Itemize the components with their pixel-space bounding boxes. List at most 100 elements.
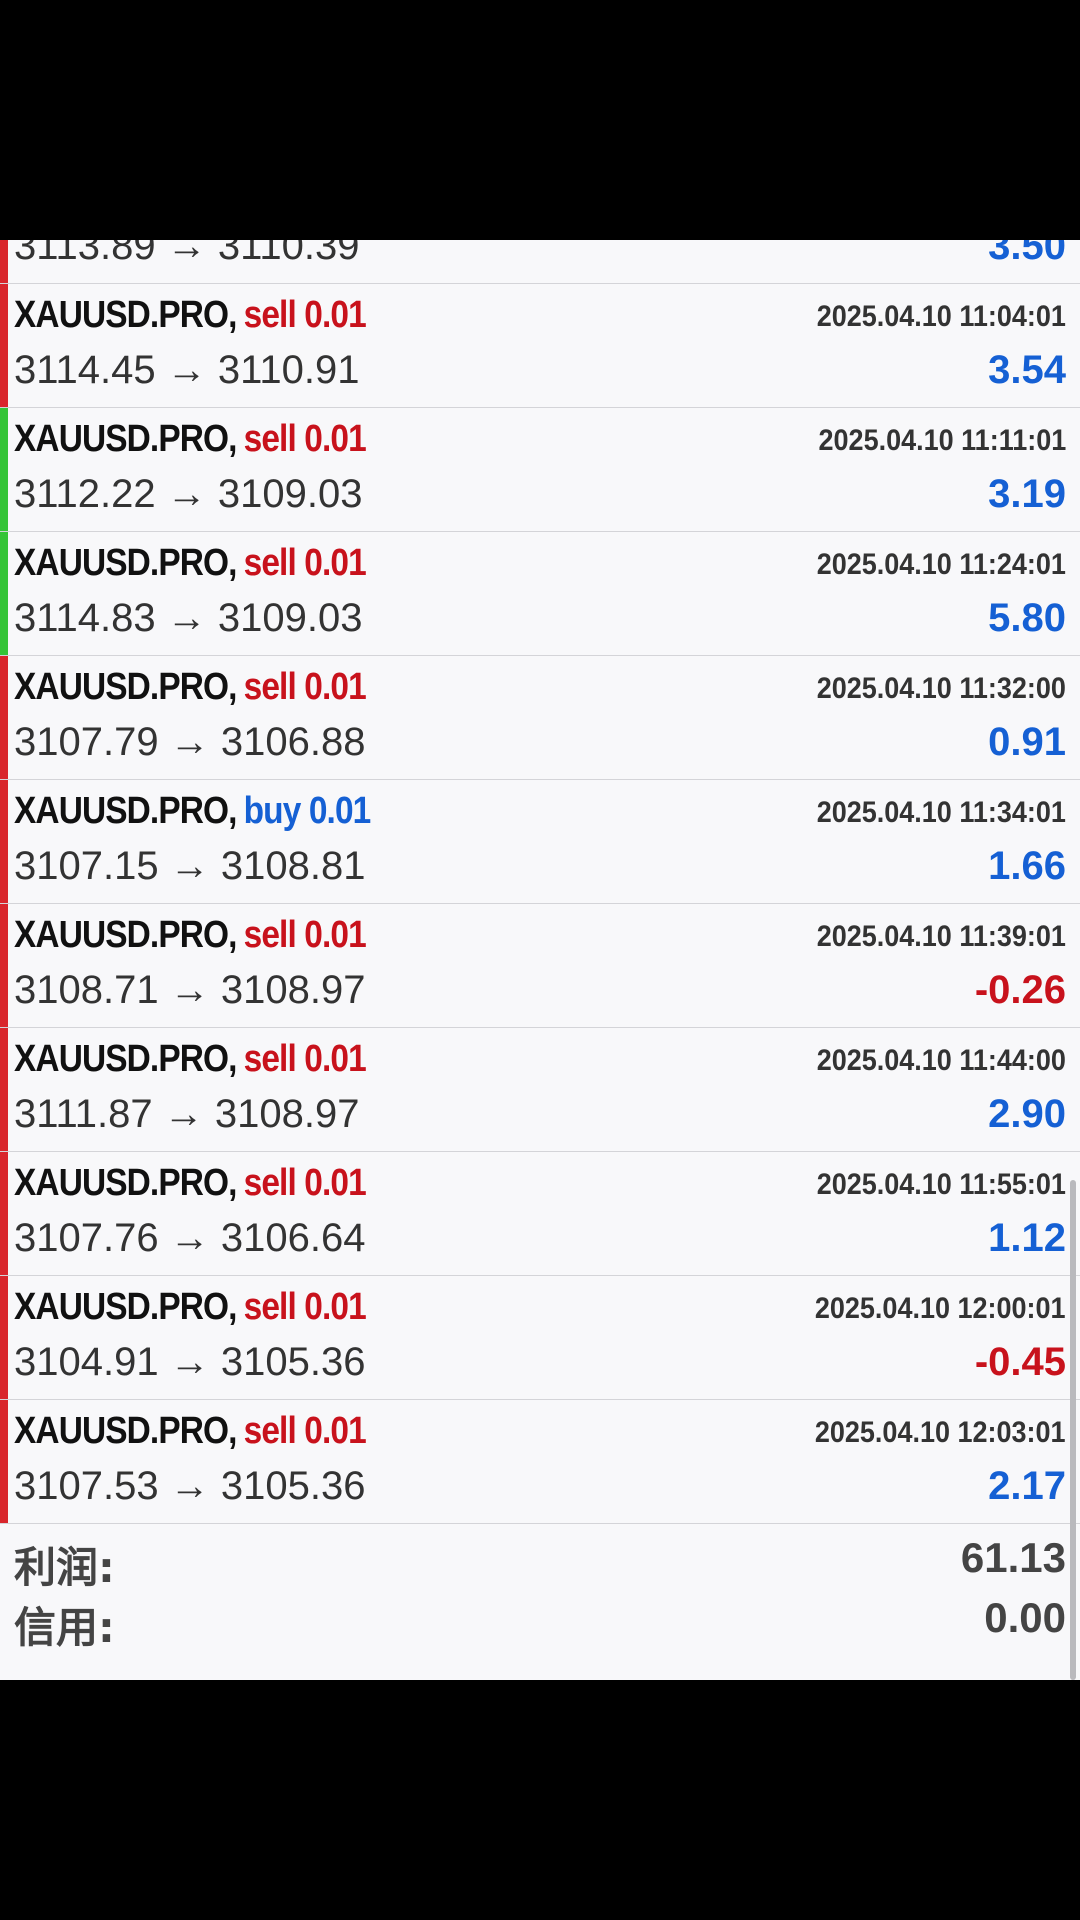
close-price: 3108.97 bbox=[220, 968, 366, 1012]
trade-profit: -0.26 bbox=[974, 968, 1066, 1012]
open-price: 3113.89 bbox=[14, 240, 156, 268]
trade-symbol: XAUUSD.PRO, sell 0.01 bbox=[14, 1286, 367, 1329]
close-price: 3108.81 bbox=[220, 844, 366, 888]
arrow-icon: → bbox=[166, 596, 207, 640]
symbol-name: XAUUSD.PRO, bbox=[14, 790, 237, 832]
trade-symbol: XAUUSD.PRO, sell 0.01 bbox=[14, 1162, 367, 1205]
summary-section: 利润: 61.13 信用: 0.00 bbox=[0, 1524, 1080, 1652]
scrollbar[interactable] bbox=[1070, 1180, 1076, 1680]
trade-row[interactable]: XAUUSD.PRO, sell 0.01 2025.04.10 12:03:01 3… bbox=[0, 1400, 1080, 1524]
close-price: 3108.97 bbox=[214, 1092, 360, 1136]
trade-profit: -0.45 bbox=[974, 1340, 1066, 1384]
trade-prices: 3111.87 → 3108.97 bbox=[14, 1092, 360, 1137]
open-price: 3112.22 bbox=[14, 472, 156, 516]
trade-row[interactable]: XAUUSD.PRO,sell 0.013113.89 → 3110.393.5… bbox=[0, 240, 1080, 284]
close-price: 3109.03 bbox=[217, 596, 363, 640]
trade-row[interactable]: XAUUSD.PRO, sell 0.01 2025.04.10 11:39:01 3… bbox=[0, 904, 1080, 1028]
trade-row[interactable]: XAUUSD.PRO, sell 0.01 2025.04.10 11:55:01 3… bbox=[0, 1152, 1080, 1276]
close-price: 3110.91 bbox=[217, 348, 360, 392]
open-price: 3108.71 bbox=[14, 968, 159, 1012]
symbol-name: XAUUSD.PRO, bbox=[14, 1286, 237, 1328]
arrow-icon: → bbox=[169, 968, 210, 1012]
close-price: 3105.36 bbox=[220, 1464, 366, 1508]
trade-time: 2025.04.10 11:55:01 bbox=[816, 1168, 1066, 1201]
arrow-icon: → bbox=[169, 720, 210, 764]
trade-type: sell 0.01 bbox=[243, 1286, 367, 1328]
open-price: 3114.45 bbox=[14, 348, 156, 392]
symbol-name: XAUUSD.PRO, bbox=[14, 1162, 237, 1204]
trade-type: sell 0.01 bbox=[243, 418, 367, 460]
trade-type: sell 0.01 bbox=[243, 666, 367, 708]
arrow-icon: → bbox=[166, 348, 207, 392]
trade-status-bar bbox=[0, 408, 8, 531]
trade-row[interactable]: XAUUSD.PRO, sell 0.01 2025.04.10 11:04:01 3… bbox=[0, 284, 1080, 408]
trade-time: 2025.04.10 12:03:01 bbox=[815, 1416, 1066, 1449]
symbol-name: XAUUSD.PRO, bbox=[14, 542, 237, 584]
trade-prices: 3114.45 → 3110.91 bbox=[14, 348, 360, 393]
close-price: 3106.88 bbox=[220, 720, 366, 764]
trade-type: sell 0.01 bbox=[243, 542, 367, 584]
trade-time: 2025.04.10 12:00:01 bbox=[815, 1292, 1066, 1325]
trade-time: 2025.04.10 11:44:00 bbox=[816, 1044, 1066, 1077]
trade-time: 2025.04.10 11:39:01 bbox=[816, 920, 1066, 953]
open-price: 3104.91 bbox=[14, 1340, 159, 1384]
symbol-name: XAUUSD.PRO, bbox=[14, 914, 237, 956]
open-price: 3107.53 bbox=[14, 1464, 159, 1508]
close-price: 3110.39 bbox=[217, 240, 360, 268]
arrow-icon: → bbox=[169, 1464, 210, 1508]
trade-time: 2025.04.10 11:34:01 bbox=[816, 796, 1066, 829]
open-price: 3114.83 bbox=[14, 596, 156, 640]
trade-status-bar bbox=[0, 1028, 8, 1151]
trade-status-bar bbox=[0, 532, 8, 655]
close-price: 3106.64 bbox=[220, 1216, 366, 1260]
trade-row[interactable]: XAUUSD.PRO, sell 0.01 2025.04.10 11:24:01 3… bbox=[0, 532, 1080, 656]
close-price: 3105.36 bbox=[220, 1340, 366, 1384]
trade-time: 2025.04.10 11:04:01 bbox=[816, 300, 1066, 333]
arrow-icon: → bbox=[166, 240, 207, 268]
trade-profit: 0.91 bbox=[988, 720, 1066, 764]
trade-history-panel: XAUUSD.PRO,sell 0.013113.89 → 3110.393.5… bbox=[0, 240, 1080, 1680]
trade-status-bar bbox=[0, 1152, 8, 1275]
trade-symbol: XAUUSD.PRO, sell 0.01 bbox=[14, 1410, 367, 1453]
trade-profit: 5.80 bbox=[988, 596, 1066, 640]
trade-status-bar bbox=[0, 656, 8, 779]
trade-type: sell 0.01 bbox=[243, 914, 367, 956]
trade-status-bar bbox=[0, 904, 8, 1027]
trade-prices: 3112.22 → 3109.03 bbox=[14, 472, 362, 517]
symbol-name: XAUUSD.PRO, bbox=[14, 1410, 237, 1452]
trade-time: 2025.04.10 11:24:01 bbox=[816, 548, 1066, 581]
summary-label: 信用: bbox=[14, 1603, 115, 1652]
trade-profit: 1.12 bbox=[988, 1216, 1066, 1260]
trade-symbol: XAUUSD.PRO, sell 0.01 bbox=[14, 418, 367, 461]
trade-symbol: XAUUSD.PRO, sell 0.01 bbox=[14, 914, 367, 957]
arrow-icon: → bbox=[169, 1340, 210, 1384]
trade-row[interactable]: XAUUSD.PRO, sell 0.01 2025.04.10 11:11:01 3… bbox=[0, 408, 1080, 532]
trade-list: XAUUSD.PRO,sell 0.013113.89 → 3110.393.5… bbox=[0, 240, 1080, 1652]
symbol-name: XAUUSD.PRO, bbox=[14, 1038, 237, 1080]
trade-row[interactable]: XAUUSD.PRO, sell 0.01 2025.04.10 11:44:00 3… bbox=[0, 1028, 1080, 1152]
trade-type: sell 0.01 bbox=[243, 1162, 367, 1204]
trade-prices: 3114.83 → 3109.03 bbox=[14, 596, 362, 641]
summary-value: 0.00 bbox=[984, 1594, 1066, 1641]
trade-status-bar bbox=[0, 284, 8, 407]
trade-profit: 1.66 bbox=[988, 844, 1066, 888]
summary-row: 信用: 0.00 bbox=[0, 1584, 1080, 1652]
trade-type: sell 0.01 bbox=[243, 1410, 367, 1452]
trade-type: sell 0.01 bbox=[243, 1038, 367, 1080]
trade-prices: 3108.71 → 3108.97 bbox=[14, 968, 365, 1013]
trade-prices: 3107.79 → 3106.88 bbox=[14, 720, 365, 765]
trade-status-bar bbox=[0, 1276, 8, 1399]
trade-prices: 3113.89 → 3110.39 bbox=[14, 240, 360, 269]
trade-profit: 3.19 bbox=[988, 472, 1066, 516]
trade-status-bar bbox=[0, 1400, 8, 1523]
trade-row[interactable]: XAUUSD.PRO, sell 0.01 2025.04.10 12:00:01 3… bbox=[0, 1276, 1080, 1400]
trade-symbol: XAUUSD.PRO, sell 0.01 bbox=[14, 1038, 367, 1081]
trade-symbol: XAUUSD.PRO, buy 0.01 bbox=[14, 790, 371, 833]
trade-row[interactable]: XAUUSD.PRO, buy 0.01 2025.04.10 11:34:01 31… bbox=[0, 780, 1080, 904]
arrow-icon: → bbox=[169, 844, 210, 888]
trade-profit: 2.17 bbox=[988, 1464, 1066, 1508]
symbol-name: XAUUSD.PRO, bbox=[14, 294, 237, 336]
trade-symbol: XAUUSD.PRO, sell 0.01 bbox=[14, 294, 367, 337]
open-price: 3111.87 bbox=[14, 1092, 153, 1136]
trade-row[interactable]: XAUUSD.PRO, sell 0.01 2025.04.10 11:32:00 3… bbox=[0, 656, 1080, 780]
